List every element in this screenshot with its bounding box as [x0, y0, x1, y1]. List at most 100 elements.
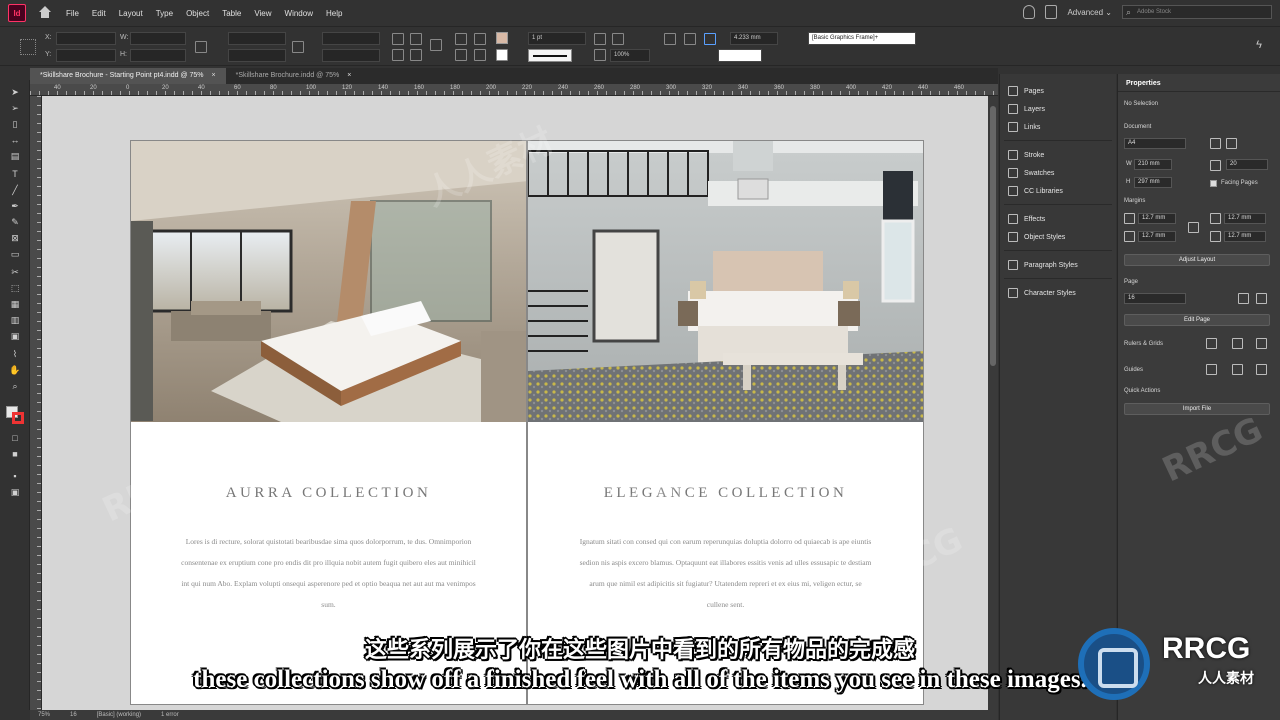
- align-icon[interactable]: [684, 33, 696, 45]
- menu-type[interactable]: Type: [156, 9, 173, 18]
- type-tool-icon[interactable]: T: [9, 168, 21, 180]
- select-next-icon[interactable]: [474, 49, 486, 61]
- properties-tab[interactable]: Properties: [1118, 76, 1280, 92]
- margin-top-field[interactable]: 12.7 mm: [1138, 213, 1176, 224]
- rotate-ccw-icon[interactable]: [410, 33, 422, 45]
- vertical-ruler[interactable]: [30, 96, 42, 710]
- dock-swatches[interactable]: Swatches: [1008, 166, 1054, 180]
- content-collector-icon[interactable]: ▤: [9, 150, 21, 162]
- apply-color-icon[interactable]: ■: [9, 448, 21, 460]
- hand-tool-icon[interactable]: ✋: [9, 364, 21, 376]
- lightbulb-icon[interactable]: [1023, 5, 1036, 19]
- collection-body[interactable]: Lores is di recture, solorat quistotati …: [181, 531, 476, 615]
- select-content-icon[interactable]: [455, 33, 467, 45]
- scrollbar-thumb[interactable]: [990, 106, 996, 366]
- measure-field[interactable]: 4.233 mm: [730, 32, 778, 45]
- menu-table[interactable]: Table: [222, 9, 241, 18]
- menu-window[interactable]: Window: [285, 9, 313, 18]
- bedroom-photo[interactable]: [528, 141, 923, 422]
- preflight-profile[interactable]: [Basic] (working): [97, 710, 141, 720]
- stroke-type-dropdown[interactable]: [528, 49, 572, 62]
- x-field[interactable]: [56, 32, 116, 45]
- frame-fill-preview[interactable]: [718, 49, 762, 62]
- y-field[interactable]: [56, 49, 116, 62]
- pen-p-icon[interactable]: [430, 39, 442, 51]
- adobe-stock-search[interactable]: Adobe Stock: [1122, 5, 1272, 19]
- margin-bottom-field[interactable]: 12.7 mm: [1138, 231, 1176, 242]
- free-transform-tool-icon[interactable]: ⬚: [9, 282, 21, 294]
- dock-stroke[interactable]: Stroke: [1008, 148, 1044, 162]
- select-prev-icon[interactable]: [455, 49, 467, 61]
- share-icon[interactable]: [1045, 5, 1058, 19]
- menu-file[interactable]: File: [66, 9, 79, 18]
- height-field[interactable]: 297 mm: [1134, 177, 1172, 188]
- opacity-field[interactable]: 100%: [610, 49, 650, 62]
- direct-selection-tool-icon[interactable]: ➢: [9, 102, 21, 114]
- dock-character-styles[interactable]: Character Styles: [1008, 286, 1076, 300]
- workspace-switcher[interactable]: Advanced ⌄: [1067, 8, 1112, 17]
- page-number[interactable]: 16: [70, 710, 77, 720]
- tab-starting-point[interactable]: *Skillshare Brochure - Starting Point pt…: [30, 68, 226, 84]
- collection-title[interactable]: AURRA COLLECTION: [131, 485, 526, 502]
- pages-count-field[interactable]: 20: [1226, 159, 1268, 170]
- landscape-orientation-icon[interactable]: [1226, 138, 1237, 149]
- selection-tool-icon[interactable]: ➤: [9, 86, 21, 98]
- scale-x-field[interactable]: [228, 32, 286, 45]
- fx-icon[interactable]: [612, 33, 624, 45]
- menu-edit[interactable]: Edit: [92, 9, 106, 18]
- page-right[interactable]: ELEGANCE COLLECTION Ignatum sitati con c…: [527, 140, 924, 705]
- rotate-field[interactable]: [322, 32, 380, 45]
- effects-icon[interactable]: [594, 49, 606, 61]
- menu-object[interactable]: Object: [186, 9, 209, 18]
- vertical-scrollbar[interactable]: [988, 96, 998, 710]
- select-container-icon[interactable]: [474, 33, 486, 45]
- corner-options-icon[interactable]: [594, 33, 606, 45]
- gradient-swatch-tool-icon[interactable]: ▦: [9, 298, 21, 310]
- flip-v-icon[interactable]: [410, 49, 422, 61]
- scissors-tool-icon[interactable]: ✂: [9, 266, 21, 278]
- constrain-link-icon[interactable]: [195, 41, 207, 53]
- width-field[interactable]: 210 mm: [1134, 159, 1172, 170]
- pen-tool-icon[interactable]: ✒: [9, 200, 21, 212]
- close-icon[interactable]: ×: [212, 68, 216, 84]
- h-field[interactable]: [130, 49, 186, 62]
- dock-layers[interactable]: Layers: [1008, 102, 1045, 116]
- dock-pages[interactable]: Pages: [1008, 84, 1044, 98]
- frame-fitting-icon[interactable]: [704, 33, 716, 45]
- gap-tool-icon[interactable]: ↔: [9, 134, 21, 146]
- stroke-swatch[interactable]: [496, 49, 508, 61]
- edit-page-button[interactable]: Edit Page: [1124, 314, 1270, 326]
- gradient-feather-tool-icon[interactable]: ▥: [9, 314, 21, 326]
- screen-mode-icon[interactable]: ▪: [9, 470, 21, 482]
- eyedropper-tool-icon[interactable]: ⌇: [9, 348, 21, 360]
- rectangle-tool-icon[interactable]: ▭: [9, 248, 21, 260]
- page-size-dropdown[interactable]: A4: [1124, 138, 1186, 149]
- menu-help[interactable]: Help: [326, 9, 342, 18]
- note-tool-icon[interactable]: ▣: [9, 330, 21, 342]
- add-page-icon[interactable]: [1238, 293, 1249, 304]
- horizontal-ruler[interactable]: 40 20 0 20 40 60 80 100 120 140 160 180 …: [30, 84, 998, 96]
- menu-layout[interactable]: Layout: [119, 9, 143, 18]
- margin-left-field[interactable]: 12.7 mm: [1224, 213, 1266, 224]
- margin-link-icon[interactable]: [1188, 222, 1199, 233]
- line-tool-icon[interactable]: ╱: [9, 184, 21, 196]
- text-wrap-icon[interactable]: [664, 33, 676, 45]
- lightning-icon[interactable]: ϟ: [1256, 39, 1262, 51]
- smart-guides-icon[interactable]: [1256, 364, 1267, 375]
- dock-cc-libraries[interactable]: CC Libraries: [1008, 184, 1063, 198]
- dock-paragraph-styles[interactable]: Paragraph Styles: [1008, 258, 1078, 272]
- tab-brochure[interactable]: *Skillshare Brochure.indd @ 75% ×: [225, 68, 362, 84]
- stroke-weight-field[interactable]: 1 pt: [528, 32, 586, 45]
- preflight-status[interactable]: 1 error: [161, 710, 179, 720]
- w-field[interactable]: [130, 32, 186, 45]
- menu-view[interactable]: View: [254, 9, 271, 18]
- dock-object-styles[interactable]: Object Styles: [1008, 230, 1065, 244]
- rotate-cw-icon[interactable]: [392, 33, 404, 45]
- object-style-dropdown[interactable]: [Basic Graphics Frame]+: [808, 32, 916, 45]
- fill-swatch[interactable]: [496, 32, 508, 44]
- import-file-button[interactable]: Import File: [1124, 403, 1270, 415]
- rectangle-frame-tool-icon[interactable]: ⊠: [9, 232, 21, 244]
- document-grid-icon[interactable]: [1256, 338, 1267, 349]
- adjust-layout-button[interactable]: Adjust Layout: [1124, 254, 1270, 266]
- pencil-tool-icon[interactable]: ✎: [9, 216, 21, 228]
